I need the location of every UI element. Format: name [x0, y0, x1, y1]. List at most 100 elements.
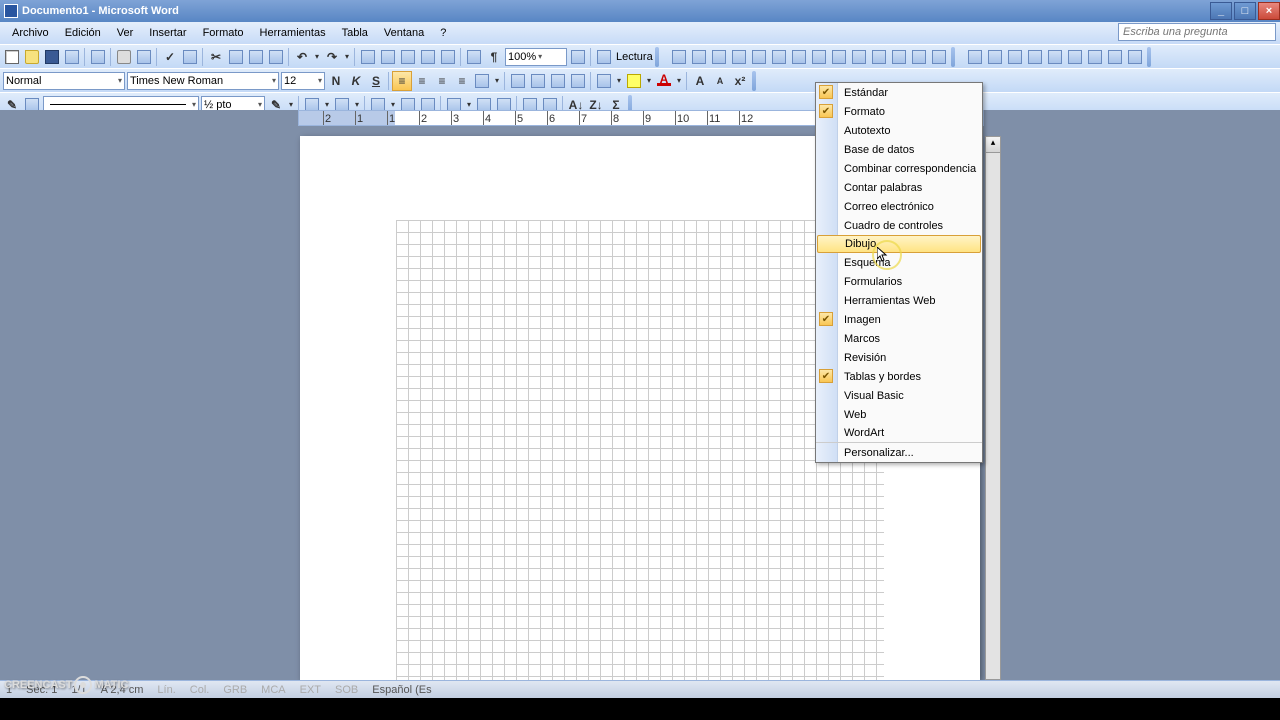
- toolbar-menu-item-dibujo[interactable]: Dibujo: [817, 235, 981, 253]
- read-mode-button[interactable]: [594, 47, 614, 67]
- menu-[interactable]: ?: [432, 25, 454, 41]
- less-contrast-button[interactable]: [729, 47, 749, 67]
- superscript-button[interactable]: x²: [730, 71, 750, 91]
- toolbar-menu-item-tablasybordes[interactable]: Tablas y bordes✔: [816, 367, 982, 386]
- font-size-combo[interactable]: 12▾: [281, 72, 325, 90]
- toolbar-menu-item-wordart[interactable]: WordArt: [816, 424, 982, 443]
- menu-ver[interactable]: Ver: [109, 25, 142, 41]
- outside-border-dropdown[interactable]: ▾: [322, 100, 332, 109]
- redo-dropdown[interactable]: ▾: [342, 52, 352, 61]
- align-left-button[interactable]: ≡: [392, 71, 412, 91]
- close-review-button[interactable]: [1125, 47, 1145, 67]
- hyperlink-button[interactable]: [358, 47, 378, 67]
- format-picture-button[interactable]: [889, 47, 909, 67]
- toolbar-menu-item-estndar[interactable]: Estándar✔: [816, 83, 982, 102]
- border-color-dropdown[interactable]: ▾: [286, 100, 296, 109]
- toolbar-menu-item-herramientasweb[interactable]: Herramientas Web: [816, 291, 982, 310]
- menu-herramientas[interactable]: Herramientas: [252, 25, 334, 41]
- tables-borders-toggle[interactable]: [378, 47, 398, 67]
- zoom-combo[interactable]: 100%▾: [505, 48, 567, 66]
- document-map-button[interactable]: [464, 47, 484, 67]
- new-document-button[interactable]: [2, 47, 22, 67]
- menu-insertar[interactable]: Insertar: [141, 25, 194, 41]
- paste-button[interactable]: [246, 47, 266, 67]
- bold-button[interactable]: N: [326, 71, 346, 91]
- highlight-dropdown[interactable]: ▾: [644, 76, 654, 85]
- spelling-button[interactable]: ✓: [160, 47, 180, 67]
- toolbar-menu-item-revisin[interactable]: Revisión: [816, 348, 982, 367]
- line-style-button[interactable]: [829, 47, 849, 67]
- ask-question-input[interactable]: [1118, 23, 1276, 41]
- drawing-toggle[interactable]: [438, 47, 458, 67]
- toolbar-menu-item-autotexto[interactable]: Autotexto: [816, 121, 982, 140]
- compare-button[interactable]: [965, 47, 985, 67]
- toolbar-menu-item-web[interactable]: Web: [816, 405, 982, 424]
- toolbar-menu-item-marcos[interactable]: Marcos: [816, 329, 982, 348]
- insert-picture-button[interactable]: [669, 47, 689, 67]
- toolbar-menu-item-formularios[interactable]: Formularios: [816, 272, 982, 291]
- align-right-button[interactable]: ≡: [432, 71, 452, 91]
- toolbar-menu-item-contarpalabras[interactable]: Contar palabras: [816, 178, 982, 197]
- set-transparent-button[interactable]: [909, 47, 929, 67]
- grow-font-button[interactable]: A: [690, 71, 710, 91]
- more-brightness-button[interactable]: [749, 47, 769, 67]
- print-preview-button[interactable]: [134, 47, 154, 67]
- justify-button[interactable]: ≡: [452, 71, 472, 91]
- toolbar-menu-item-personalizar[interactable]: Personalizar...: [816, 443, 982, 462]
- insert-table-button[interactable]: [398, 47, 418, 67]
- reject-change-button[interactable]: [1085, 47, 1105, 67]
- decrease-indent-button[interactable]: [548, 71, 568, 91]
- next-change-button[interactable]: [1045, 47, 1065, 67]
- bullets-button[interactable]: [528, 71, 548, 91]
- scroll-up-button[interactable]: ▴: [986, 137, 1000, 153]
- menu-tabla[interactable]: Tabla: [334, 25, 376, 41]
- undo-dropdown[interactable]: ▾: [312, 52, 322, 61]
- toolbar-menu-item-visualbasic[interactable]: Visual Basic: [816, 386, 982, 405]
- italic-button[interactable]: K: [346, 71, 366, 91]
- color-button[interactable]: [689, 47, 709, 67]
- permissions-button[interactable]: [62, 47, 82, 67]
- cut-button[interactable]: ✂: [206, 47, 226, 67]
- highlight-button[interactable]: [624, 71, 644, 91]
- compress-pictures-button[interactable]: [849, 47, 869, 67]
- insert-table-dropdown[interactable]: ▾: [388, 100, 398, 109]
- font-color-dropdown[interactable]: ▾: [674, 76, 684, 85]
- rotate-left-button[interactable]: [809, 47, 829, 67]
- toolbar-menu-item-formato[interactable]: Formato✔: [816, 102, 982, 121]
- align-cells-dropdown[interactable]: ▾: [464, 100, 474, 109]
- underline-button[interactable]: S: [366, 71, 386, 91]
- font-combo[interactable]: Times New Roman▾: [127, 72, 279, 90]
- close-button[interactable]: ×: [1258, 2, 1280, 20]
- increase-indent-button[interactable]: [568, 71, 588, 91]
- previous-change-button[interactable]: [1025, 47, 1045, 67]
- toolbar-menu-item-cuadrodecontroles[interactable]: Cuadro de controles: [816, 216, 982, 235]
- redo-button[interactable]: ↷: [322, 47, 342, 67]
- less-brightness-button[interactable]: [769, 47, 789, 67]
- minimize-button[interactable]: _: [1210, 2, 1232, 20]
- toolbar-menu-item-basededatos[interactable]: Base de datos: [816, 140, 982, 159]
- help-button[interactable]: [568, 47, 588, 67]
- line-spacing-button[interactable]: [472, 71, 492, 91]
- reviewing-pane-button[interactable]: [1105, 47, 1125, 67]
- border-dropdown[interactable]: ▾: [614, 76, 624, 85]
- research-button[interactable]: [180, 47, 200, 67]
- crop-button[interactable]: [789, 47, 809, 67]
- toolbar-menu-item-esquema[interactable]: Esquema: [816, 253, 982, 272]
- accept-change-button[interactable]: [1065, 47, 1085, 67]
- copy-button[interactable]: [226, 47, 246, 67]
- font-color-button[interactable]: A: [654, 71, 674, 91]
- toolbar-menu-item-combinarcorrespondencia[interactable]: Combinar correspondencia: [816, 159, 982, 178]
- menu-ventana[interactable]: Ventana: [376, 25, 432, 41]
- undo-button[interactable]: ↶: [292, 47, 312, 67]
- show-hide-button[interactable]: ¶: [484, 47, 504, 67]
- maximize-button[interactable]: □: [1234, 2, 1256, 20]
- save-button[interactable]: [42, 47, 62, 67]
- outside-border-button[interactable]: [594, 71, 614, 91]
- format-painter-button[interactable]: [266, 47, 286, 67]
- columns-button[interactable]: [418, 47, 438, 67]
- numbering-button[interactable]: [508, 71, 528, 91]
- menu-archivo[interactable]: Archivo: [4, 25, 57, 41]
- menu-edicin[interactable]: Edición: [57, 25, 109, 41]
- open-button[interactable]: [22, 47, 42, 67]
- toolbar-menu-item-imagen[interactable]: Imagen✔: [816, 310, 982, 329]
